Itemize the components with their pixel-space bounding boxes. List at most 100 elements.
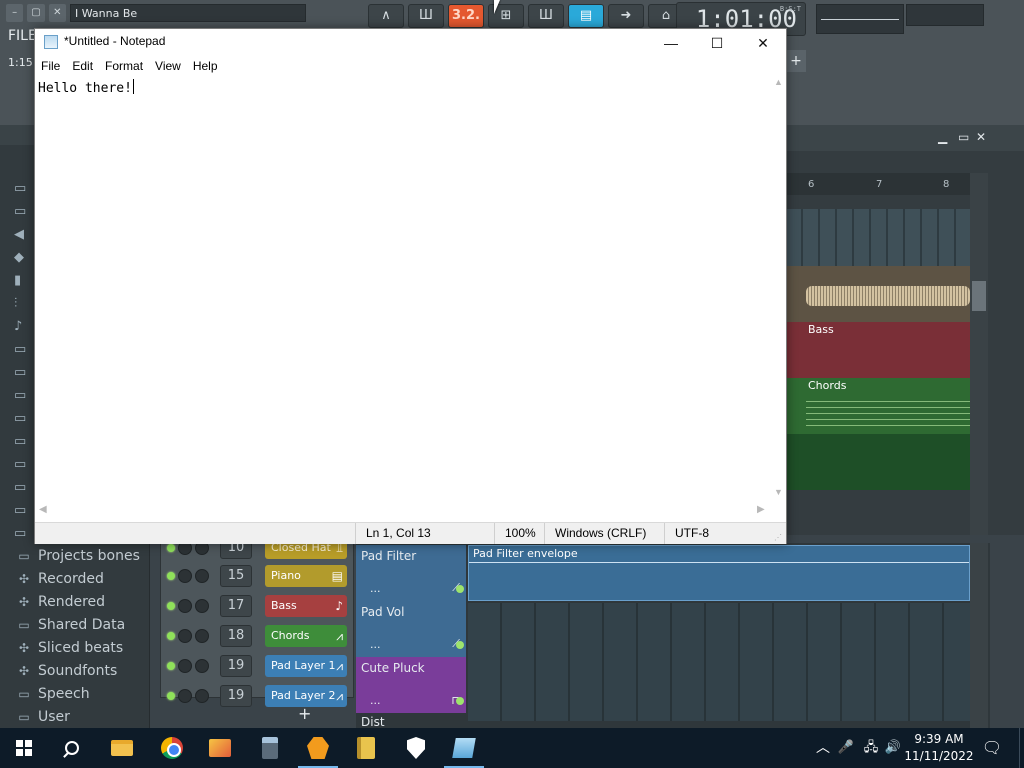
channel-mute-led[interactable] bbox=[167, 692, 175, 700]
channel-mixer-track[interactable]: 19 bbox=[220, 655, 252, 677]
taskbar-calculator[interactable] bbox=[246, 728, 294, 768]
horizontal-scrollbar[interactable]: ◀ ▶ bbox=[35, 504, 771, 519]
channel-pan-knob[interactable] bbox=[178, 599, 192, 613]
channel-mute-led[interactable] bbox=[167, 632, 175, 640]
taskbar-chrome[interactable] bbox=[148, 728, 196, 768]
automation-grid[interactable] bbox=[468, 603, 970, 721]
vertical-scrollbar[interactable]: ▲ ▼ bbox=[771, 77, 786, 507]
folder-icon[interactable]: ▭ bbox=[14, 411, 36, 434]
wait-input-button[interactable]: Ш bbox=[408, 4, 444, 28]
track-led[interactable] bbox=[456, 697, 464, 705]
notifications-icon[interactable]: 🗨 bbox=[980, 728, 1004, 768]
microphone-icon[interactable]: 🎤 bbox=[836, 728, 856, 768]
show-desktop-button[interactable] bbox=[1019, 728, 1024, 768]
folder-icon[interactable]: ▭ bbox=[14, 204, 36, 227]
automation-scrollbar[interactable] bbox=[970, 543, 988, 728]
maximize-button[interactable]: ☐ bbox=[694, 29, 740, 57]
menu-format[interactable]: Format bbox=[99, 57, 149, 77]
browser-item[interactable]: ▭ User bbox=[16, 705, 150, 728]
track-pad-filter[interactable]: Pad Filter ... ⟋ bbox=[356, 545, 466, 601]
taskbar-clock[interactable]: 9:39 AM 11/11/2022 bbox=[904, 731, 974, 765]
browser-item[interactable]: ✣ Sliced beats bbox=[16, 636, 150, 659]
track-cute-pluck[interactable]: Cute Pluck ... ⊓ bbox=[356, 657, 466, 713]
start-button[interactable] bbox=[0, 728, 48, 768]
playlist-scroll-thumb[interactable] bbox=[972, 281, 986, 311]
metronome-button[interactable]: ∧ bbox=[368, 4, 404, 28]
channel-volume-knob[interactable] bbox=[195, 689, 209, 703]
scroll-right-icon[interactable]: ▶ bbox=[757, 504, 765, 515]
close-button[interactable]: ✕ bbox=[740, 29, 786, 57]
channel-button[interactable]: Chords ⩘ bbox=[265, 625, 347, 647]
playlist-close-button[interactable]: ✕ bbox=[976, 130, 986, 144]
folder-icon[interactable]: ▭ bbox=[14, 388, 36, 411]
speaker-icon[interactable]: ◀ bbox=[14, 227, 36, 250]
browser-item[interactable]: ▭ Shared Data bbox=[16, 613, 150, 636]
channel-volume-knob[interactable] bbox=[195, 569, 209, 583]
bass-clip[interactable]: Bass bbox=[786, 322, 970, 378]
playlist-scrollbar[interactable] bbox=[970, 173, 988, 535]
text-editor[interactable]: Hello there! bbox=[35, 77, 771, 507]
channel-pan-knob[interactable] bbox=[178, 629, 192, 643]
folder-icon[interactable]: ▭ bbox=[14, 503, 36, 526]
scroll-up-icon[interactable]: ▲ bbox=[771, 77, 786, 87]
browser-item[interactable]: ✣ Recorded bbox=[16, 567, 150, 590]
folder-icon[interactable]: ▭ bbox=[14, 457, 36, 480]
chords-clip[interactable]: Chords bbox=[786, 378, 970, 434]
menu-view[interactable]: View bbox=[149, 57, 187, 77]
minimize-button[interactable]: — bbox=[648, 29, 694, 57]
add-channel-button[interactable]: + bbox=[298, 704, 311, 723]
note-icon[interactable]: ♪ bbox=[14, 319, 36, 342]
pattern-icon[interactable]: ▮ bbox=[14, 273, 36, 296]
mixer-icon[interactable]: ⫶ bbox=[14, 296, 36, 319]
show-hidden-icons-chevron-icon[interactable]: ︿ bbox=[812, 728, 834, 768]
scroll-down-icon[interactable]: ▼ bbox=[771, 487, 786, 497]
search-button[interactable] bbox=[48, 728, 96, 768]
fl-restore-button[interactable]: ▢ bbox=[27, 4, 45, 22]
taskbar-fl-studio[interactable] bbox=[294, 728, 342, 768]
channel-pan-knob[interactable] bbox=[178, 569, 192, 583]
menu-edit[interactable]: Edit bbox=[66, 57, 99, 77]
channel-button[interactable]: Piano ▤ bbox=[265, 565, 347, 587]
network-icon[interactable]: 🖧 bbox=[860, 728, 882, 768]
browser-item[interactable]: ✣ Rendered bbox=[16, 590, 150, 613]
volume-icon[interactable]: 🔊 bbox=[882, 728, 904, 768]
taskbar-notepad[interactable] bbox=[440, 728, 488, 768]
channel-mute-led[interactable] bbox=[167, 572, 175, 580]
audio-clip[interactable] bbox=[786, 266, 970, 322]
track-pad-vol[interactable]: Pad Vol ... ⟋ bbox=[356, 601, 466, 657]
fl-minimize-button[interactable]: – bbox=[6, 4, 24, 22]
loop-record-button[interactable]: Ш bbox=[528, 4, 564, 28]
resize-grip-icon[interactable]: ⋰ bbox=[774, 533, 784, 543]
browser-item[interactable]: ▭ Speech bbox=[16, 682, 150, 705]
channel-mute-led[interactable] bbox=[167, 544, 175, 552]
green-clip[interactable] bbox=[786, 434, 970, 490]
notepad-titlebar[interactable]: *Untitled - Notepad — ☐ ✕ bbox=[35, 29, 786, 57]
menu-file[interactable]: File bbox=[35, 57, 66, 77]
folder-icon[interactable]: ▭ bbox=[14, 480, 36, 503]
channel-mixer-track[interactable]: 19 bbox=[220, 685, 252, 707]
channel-volume-knob[interactable] bbox=[195, 629, 209, 643]
channel-button[interactable]: Pad Layer 1 ⩘ bbox=[265, 655, 347, 677]
playlist-ruler[interactable]: 6 7 8 bbox=[786, 173, 970, 195]
playlist-minimize-button[interactable]: ▁ bbox=[938, 130, 947, 144]
channel-mute-led[interactable] bbox=[167, 602, 175, 610]
track-led[interactable] bbox=[456, 585, 464, 593]
channel-mute-led[interactable] bbox=[167, 662, 175, 670]
browser-item[interactable]: ▭ Projects bones bbox=[16, 544, 150, 567]
browser-item[interactable]: ✣ Soundfonts bbox=[16, 659, 150, 682]
add-button[interactable]: + bbox=[786, 50, 806, 72]
taskbar-photos[interactable] bbox=[196, 728, 244, 768]
taskbar-security[interactable] bbox=[392, 728, 440, 768]
step-edit-button[interactable]: ➜ bbox=[608, 4, 644, 28]
folder-icon[interactable]: ▭ bbox=[14, 181, 36, 204]
taskbar-archive[interactable] bbox=[342, 728, 390, 768]
track-led[interactable] bbox=[456, 641, 464, 649]
channel-volume-knob[interactable] bbox=[195, 659, 209, 673]
channel-mixer-track[interactable]: 17 bbox=[220, 595, 252, 617]
channel-pan-knob[interactable] bbox=[178, 689, 192, 703]
channel-mixer-track[interactable]: 15 bbox=[220, 565, 252, 587]
taskbar-file-explorer[interactable] bbox=[98, 728, 146, 768]
channel-pan-knob[interactable] bbox=[178, 659, 192, 673]
channel-volume-knob[interactable] bbox=[195, 599, 209, 613]
playlist-grid[interactable] bbox=[786, 209, 970, 269]
